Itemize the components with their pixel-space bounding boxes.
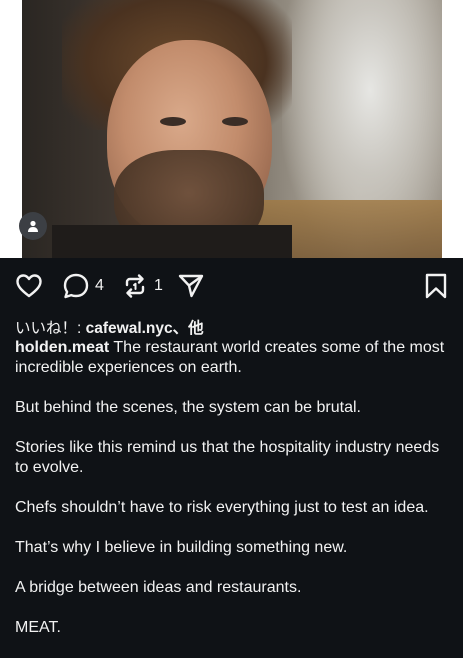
portrait-photo bbox=[22, 0, 442, 258]
liked-by-user-link[interactable]: cafewal.nyc bbox=[86, 320, 173, 337]
comment-count: 4 bbox=[95, 277, 104, 294]
send-icon bbox=[178, 274, 204, 298]
heart-icon bbox=[16, 274, 42, 298]
repost-count: 1 bbox=[154, 277, 163, 294]
likes-others-link[interactable]: 、他 bbox=[173, 320, 204, 337]
caption-paragraph: That’s why I believe in building somethi… bbox=[15, 539, 348, 556]
repost-button[interactable]: 1 bbox=[121, 272, 163, 300]
comment-icon bbox=[63, 273, 89, 299]
caption-paragraph: Stories like this remind us that the hos… bbox=[15, 439, 440, 476]
likes-prefix: いいね！: bbox=[15, 320, 86, 337]
post-image[interactable] bbox=[0, 0, 463, 258]
caption-paragraph: holden.meat The restaurant world creates… bbox=[15, 338, 451, 378]
caption-paragraph: A bridge between ideas and restaurants. bbox=[15, 579, 302, 596]
tagged-people-button[interactable] bbox=[19, 212, 47, 240]
repost-icon bbox=[125, 274, 145, 298]
share-button[interactable] bbox=[177, 272, 205, 300]
caption-username-link[interactable]: holden.meat bbox=[15, 339, 109, 356]
person-icon bbox=[28, 220, 38, 232]
likes-summary[interactable]: いいね！: cafewal.nyc、他 bbox=[15, 316, 204, 338]
bookmark-icon bbox=[425, 273, 447, 299]
like-button[interactable] bbox=[15, 272, 43, 300]
caption-paragraph: Chefs shouldn’t have to risk everything … bbox=[15, 499, 429, 516]
post-actions-bar: 4 1 bbox=[0, 258, 463, 314]
caption-paragraph: MEAT. bbox=[15, 619, 61, 636]
save-button[interactable] bbox=[422, 272, 450, 300]
post-caption: holden.meat The restaurant world creates… bbox=[15, 338, 451, 658]
caption-paragraph: But behind the scenes, the system can be… bbox=[15, 399, 361, 416]
comment-button[interactable]: 4 bbox=[62, 272, 104, 300]
